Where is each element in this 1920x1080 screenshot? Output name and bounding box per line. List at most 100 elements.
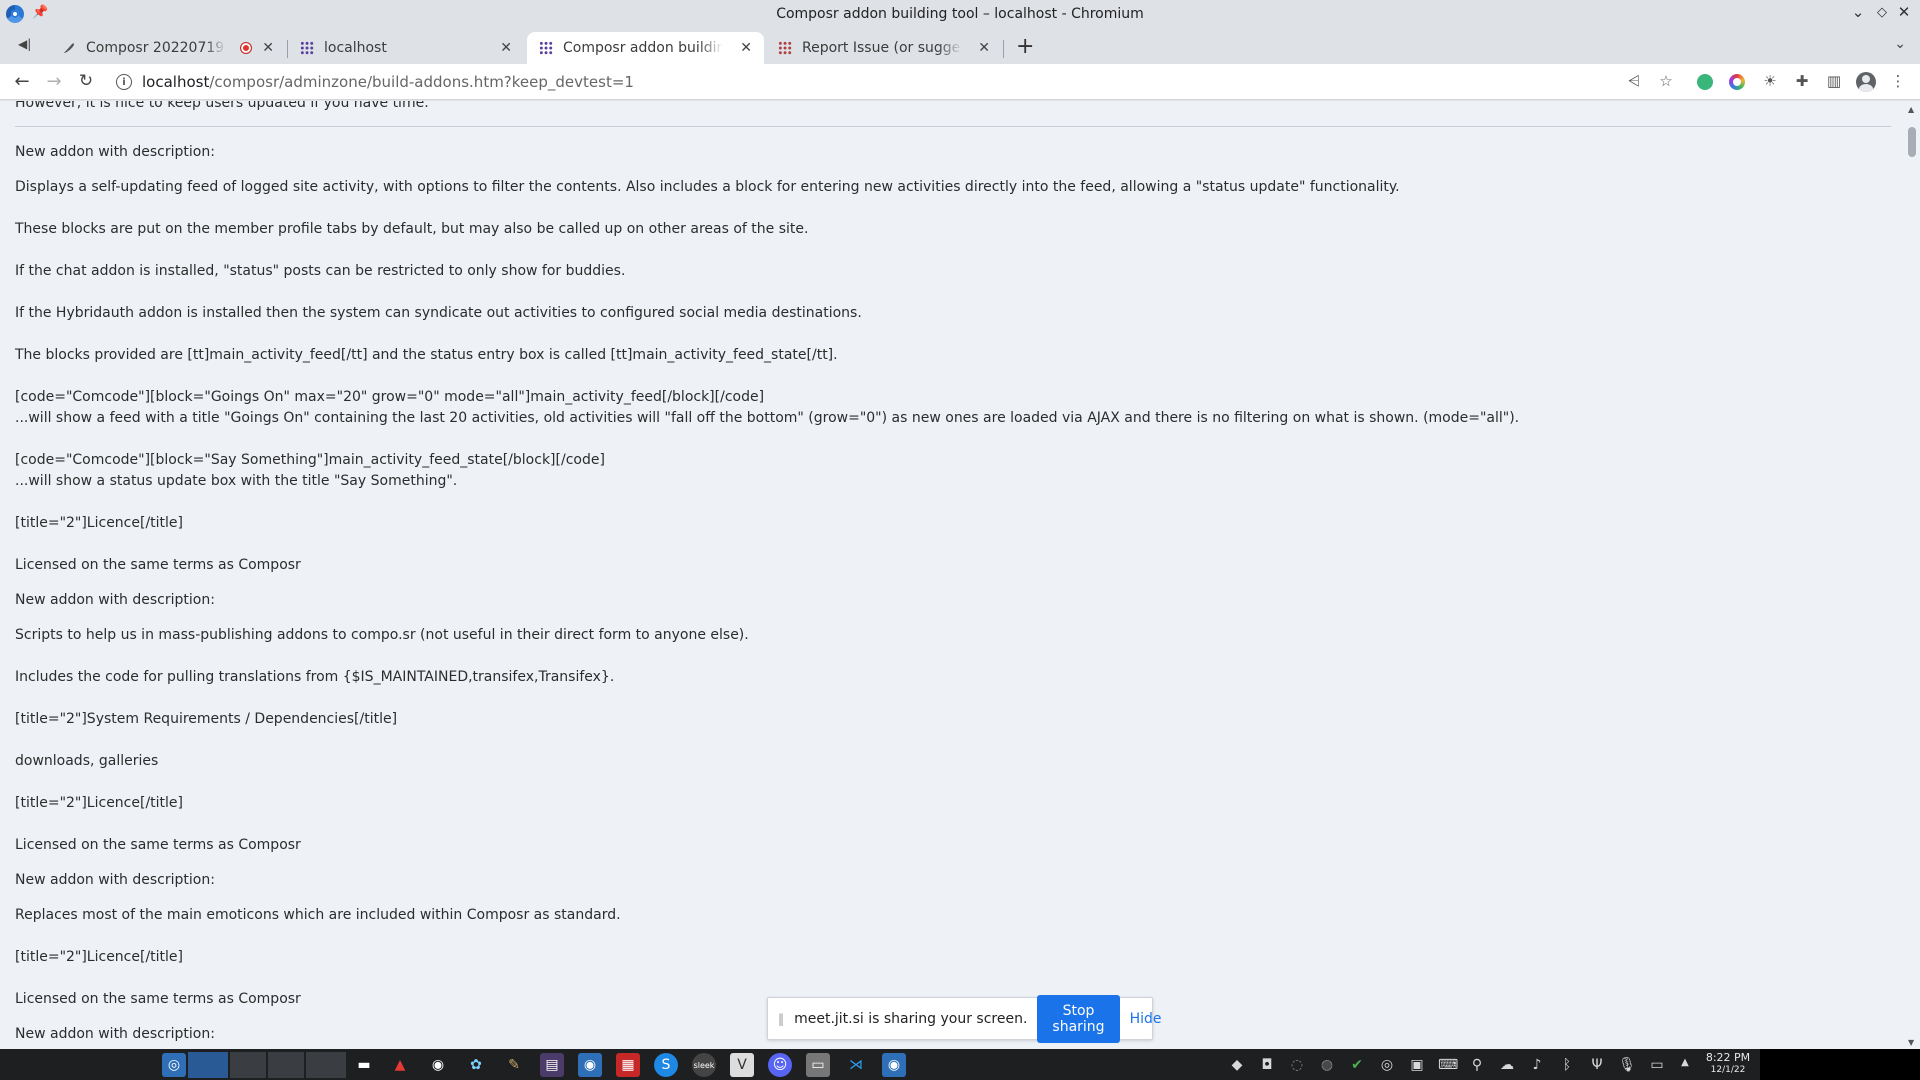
vim-icon[interactable]: V <box>730 1053 754 1077</box>
sharing-message: meet.jit.si is sharing your screen. <box>794 1010 1028 1027</box>
keyboard-icon[interactable]: ⌨ <box>1438 1057 1458 1073</box>
clipboard-icon[interactable]: ▣ <box>1408 1057 1426 1073</box>
discord-icon[interactable]: ☺ <box>768 1053 792 1077</box>
menu-icon[interactable]: ⋮ <box>1888 72 1908 90</box>
url-text[interactable]: localhost/composr/adminzone/build-addons… <box>142 73 634 91</box>
text-line: Displays a self-updating feed of logged … <box>15 179 1400 195</box>
text-line: [title="2"]Licence[/title] <box>15 949 184 965</box>
text-line: [title="2"]Licence[/title] <box>15 795 184 811</box>
new-tab-button[interactable]: + <box>1016 34 1034 59</box>
divider <box>15 126 1891 127</box>
extension-grammar-icon[interactable] <box>1697 74 1713 90</box>
chromium-taskbar-icon[interactable]: ◉ <box>578 1053 602 1077</box>
screen-sharing-bar: || meet.jit.si is sharing your screen. S… <box>767 994 1161 1043</box>
text-line: ...will show a feed with a title "Goings… <box>15 410 1520 426</box>
tab-localhost[interactable]: localhost ✕ <box>288 32 524 64</box>
volume-icon[interactable]: ♪ <box>1528 1057 1546 1073</box>
gamepad-icon[interactable]: ◘ <box>1258 1057 1276 1073</box>
steam-icon[interactable]: ◎ <box>1378 1057 1396 1073</box>
text-line: If the chat addon is installed, "status"… <box>15 263 626 279</box>
grid-icon <box>539 41 553 55</box>
recording-icon <box>240 42 252 54</box>
chromium-dev-icon[interactable]: ◉ <box>426 1053 450 1077</box>
check-tray-icon[interactable]: ✔ <box>1348 1057 1366 1073</box>
close-tab-icon[interactable]: ✕ <box>500 40 512 56</box>
notification-tray-icon[interactable]: ◆ <box>1228 1057 1246 1073</box>
clock[interactable]: 8:22 PM 12/1/22 <box>1704 1052 1752 1076</box>
microphone-icon[interactable]: 🎙 <box>1618 1057 1636 1073</box>
text-line: [title="2"]Licence[/title] <box>15 515 184 531</box>
tab-search-icon[interactable]: ⌄ <box>1894 36 1906 52</box>
text-line: If the Hybridauth addon is installed the… <box>15 305 862 321</box>
workspace-2[interactable] <box>230 1052 266 1078</box>
page-content: However, it is nice to keep users update… <box>0 101 1904 1049</box>
acrobat-icon[interactable]: ▲ <box>388 1053 412 1077</box>
minimize-icon[interactable]: ⌄ <box>1848 3 1868 21</box>
sleek-icon[interactable]: sleek <box>692 1053 716 1077</box>
tab-label: Composr addon building tool <box>563 40 723 56</box>
text-line: Includes the code for pulling translatio… <box>15 669 615 685</box>
page-scrollbar[interactable]: ▲ ▼ <box>1904 101 1920 1049</box>
app-launcher-icon[interactable]: ◎ <box>162 1053 186 1077</box>
files-icon[interactable]: ▭ <box>806 1053 830 1077</box>
scrollbar-thumb[interactable] <box>1908 127 1916 157</box>
bookmark-star-icon[interactable]: ☆ <box>1656 72 1676 90</box>
close-tab-icon[interactable]: ✕ <box>978 40 990 56</box>
tab-report-issue[interactable]: Report Issue (or suggest feature) ✕ <box>766 32 1002 64</box>
usb-icon[interactable]: Ψ <box>1588 1057 1606 1073</box>
back-icon[interactable]: ← <box>10 71 34 92</box>
sync-icon[interactable]: ◌ <box>1288 1057 1306 1073</box>
text-line: downloads, galleries <box>15 753 159 769</box>
grid-app-icon[interactable]: ▦ <box>616 1053 640 1077</box>
profile-avatar[interactable] <box>1856 72 1876 92</box>
text-line: ...will show a status update box with th… <box>15 473 458 489</box>
chromium-alt-icon[interactable]: ◉ <box>882 1053 906 1077</box>
text-line: New addon with description: <box>15 592 215 608</box>
address-bar[interactable]: i localhost/composr/adminzone/build-addo… <box>110 68 1690 96</box>
side-panel-icon[interactable]: ▥ <box>1824 72 1844 90</box>
scroll-down-icon[interactable]: ▼ <box>1908 1038 1914 1047</box>
close-tab-icon[interactable]: ✕ <box>262 40 274 56</box>
gimp-icon[interactable]: ✎ <box>502 1053 526 1077</box>
tray-expand-icon[interactable]: ▲ <box>1676 1057 1694 1068</box>
workspace-1[interactable] <box>188 1052 228 1078</box>
close-window-icon[interactable]: ✕ <box>1894 3 1914 21</box>
location-icon[interactable]: ⚲ <box>1468 1057 1486 1073</box>
chat-tray-icon[interactable]: ◍ <box>1318 1057 1336 1073</box>
maximize-icon[interactable]: ◇ <box>1872 5 1892 20</box>
skype-icon[interactable]: S <box>654 1053 678 1077</box>
browser-toolbar: ← → ↻ i localhost/composr/adminzone/buil… <box>0 64 1920 100</box>
code-line: [code="Comcode"][block="Goings On" max="… <box>15 389 765 405</box>
close-tab-icon[interactable]: ✕ <box>740 40 752 56</box>
os-taskbar: ◎ ▬ ▲ ◉ ✿ ✎ ▤ ◉ ▦ S sleek V ☺ ▭ ⋊ ◉ ◆ ◘ … <box>0 1049 1920 1080</box>
dark-mode-icon[interactable]: ☀ <box>1760 72 1780 90</box>
hide-button[interactable]: Hide <box>1130 1011 1162 1027</box>
terminal-icon[interactable]: ▬ <box>352 1053 376 1077</box>
text-line: New addon with description: <box>15 144 215 160</box>
tab-scroll-back-icon[interactable]: ◀| <box>18 37 31 51</box>
bluetooth-icon[interactable]: ᛒ <box>1558 1057 1576 1073</box>
color-app-icon[interactable]: ✿ <box>464 1053 488 1077</box>
scroll-up-icon[interactable]: ▲ <box>1908 105 1914 114</box>
vscode-icon[interactable]: ⋊ <box>844 1053 868 1077</box>
extension-color-icon[interactable] <box>1729 74 1745 90</box>
feather-icon <box>64 43 74 53</box>
workspace-4[interactable] <box>306 1052 346 1078</box>
extensions-icon[interactable]: ✚ <box>1792 72 1812 90</box>
editor-icon[interactable]: ▤ <box>540 1053 564 1077</box>
text-line: New addon with description: <box>15 872 215 888</box>
site-info-icon[interactable]: i <box>116 74 132 90</box>
tab-jitsi[interactable]: Composr 20220719 | Jitsi ✕ <box>50 32 286 64</box>
share-icon[interactable]: ⩤ <box>1624 72 1644 90</box>
reload-icon[interactable]: ↻ <box>74 71 98 91</box>
workspace-3[interactable] <box>268 1052 304 1078</box>
stop-sharing-button[interactable]: Stop sharing <box>1037 994 1120 1043</box>
cloud-icon[interactable]: ☁ <box>1498 1057 1516 1073</box>
text-line: These blocks are put on the member profi… <box>15 221 809 237</box>
text-line: New addon with description: <box>15 1026 215 1042</box>
tab-addon-building-tool[interactable]: Composr addon building tool ✕ <box>527 32 764 64</box>
display-icon[interactable]: ▭ <box>1648 1057 1666 1073</box>
forward-icon[interactable]: → <box>42 71 66 92</box>
drag-handle-icon[interactable]: || <box>778 1012 784 1026</box>
text-line: Scripts to help us in mass-publishing ad… <box>15 627 749 643</box>
